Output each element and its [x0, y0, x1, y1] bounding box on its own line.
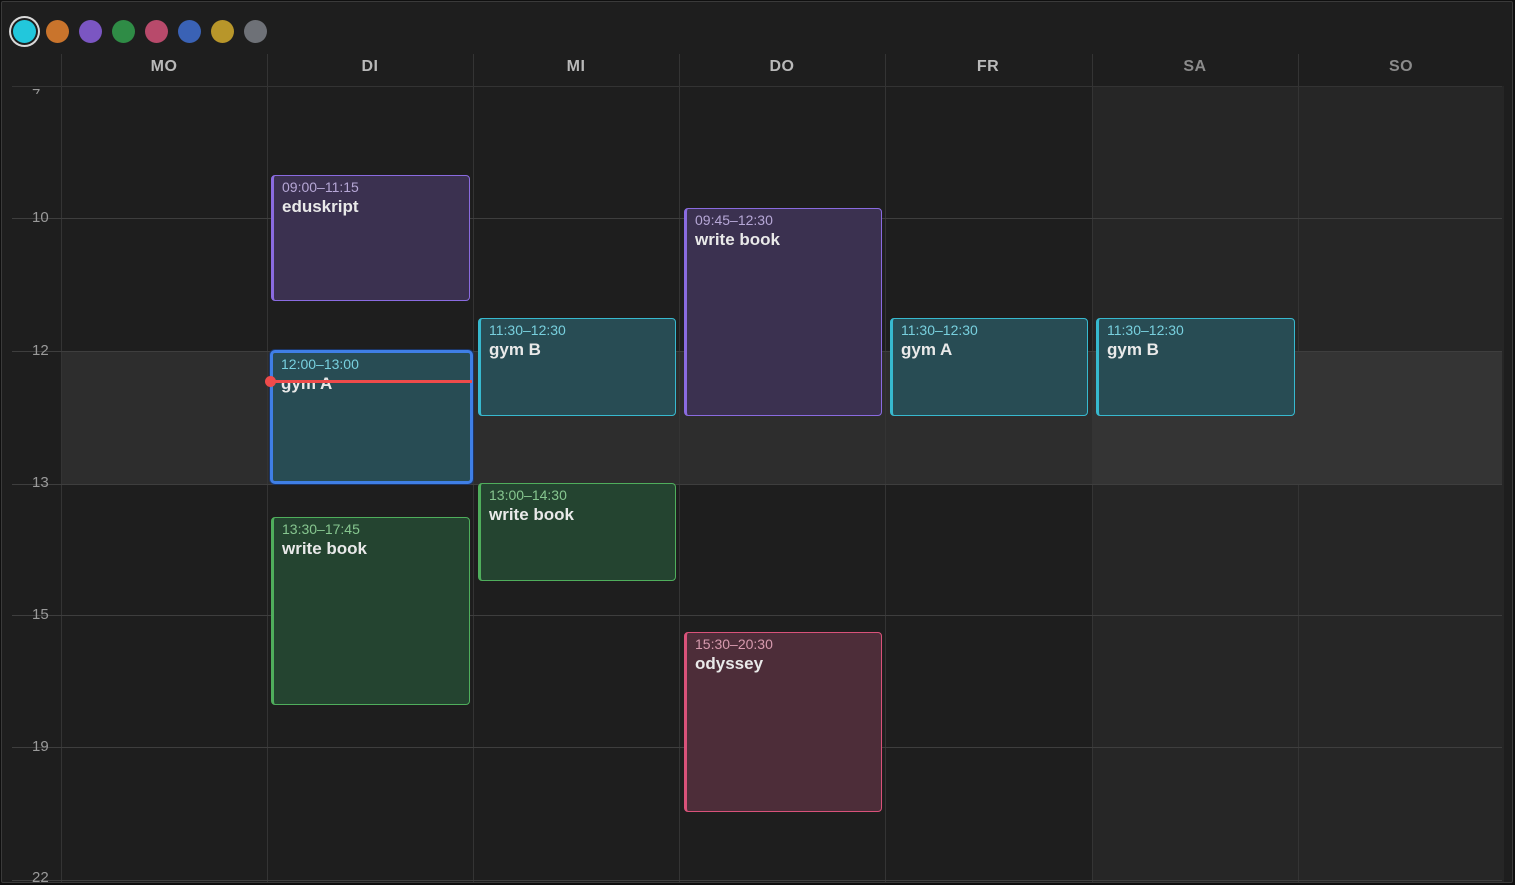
hour-label: 7 [32, 86, 62, 94]
event-eduskript[interactable]: 09:00–11:15 eduskript [271, 175, 470, 301]
event-gym-a-selected[interactable]: 12:00–13:00 gym A [270, 350, 473, 484]
day-header-do[interactable]: DO [679, 58, 885, 78]
current-time-line [270, 380, 472, 383]
hour-line [12, 484, 1502, 485]
event-title: gym B [489, 340, 541, 359]
event-odyssey[interactable]: 15:30–20:30 odyssey [684, 632, 882, 812]
hour-label: 19 [32, 738, 49, 755]
event-time: 11:30–12:30 [901, 322, 978, 338]
current-time-dot [265, 376, 276, 387]
event-write-book[interactable]: 09:45–12:30 write book [684, 208, 882, 416]
event-title: gym A [901, 340, 953, 359]
event-time: 09:45–12:30 [695, 212, 773, 228]
color-swatch-gray[interactable] [244, 20, 267, 43]
calendar-app: MO DI MI DO FR SA SO 7 10 12 13 15 19 22… [1, 1, 1513, 883]
color-swatch-purple[interactable] [79, 20, 102, 43]
hour-label: 22 [32, 869, 49, 883]
hour-label: 15 [32, 606, 49, 623]
event-title: eduskript [282, 197, 359, 216]
hour-label: 10 [32, 209, 49, 226]
event-title: write book [282, 539, 368, 558]
column-divider [885, 54, 886, 882]
color-swatch-pink[interactable] [145, 20, 168, 43]
event-title: write book [695, 230, 781, 249]
hour-line [12, 880, 1502, 881]
hour-label: 12 [32, 342, 49, 359]
event-time: 13:30–17:45 [282, 521, 360, 537]
column-divider [1298, 54, 1299, 882]
day-header-sa[interactable]: SA [1092, 58, 1298, 78]
column-divider [679, 54, 680, 882]
color-swatch-blue[interactable] [178, 20, 201, 43]
event-time: 13:00–14:30 [489, 487, 567, 503]
event-write-book[interactable]: 13:00–14:30 write book [478, 483, 676, 581]
event-time: 11:30–12:30 [489, 322, 566, 338]
column-divider [1092, 54, 1093, 882]
event-time: 11:30–12:30 [1107, 322, 1184, 338]
event-title: gym B [1107, 340, 1159, 359]
event-gym-a[interactable]: 11:30–12:30 gym A [890, 318, 1088, 416]
event-title: odyssey [695, 654, 764, 673]
event-title: gym A [281, 374, 333, 393]
event-time: 09:00–11:15 [282, 179, 359, 195]
event-time: 15:30–20:30 [695, 636, 773, 652]
column-divider [61, 54, 62, 882]
color-swatch-orange[interactable] [46, 20, 69, 43]
event-time: 12:00–13:00 [281, 356, 359, 372]
event-gym-b[interactable]: 11:30–12:30 gym B [1096, 318, 1295, 416]
event-write-book[interactable]: 13:30–17:45 write book [271, 517, 470, 705]
column-divider [473, 54, 474, 882]
hour-line [12, 615, 1502, 616]
day-header-mi[interactable]: MI [473, 58, 679, 78]
day-header-mo[interactable]: MO [61, 58, 267, 78]
color-swatch-yellow[interactable] [211, 20, 234, 43]
day-header-so[interactable]: SO [1298, 58, 1504, 78]
event-gym-b[interactable]: 11:30–12:30 gym B [478, 318, 676, 416]
color-swatch-cyan[interactable] [13, 20, 36, 43]
day-header-di[interactable]: DI [267, 58, 473, 78]
event-title: write book [489, 505, 575, 524]
hour-label: 13 [32, 474, 49, 491]
hour-line [12, 86, 1502, 87]
column-divider [267, 54, 268, 882]
day-header-fr[interactable]: FR [885, 58, 1091, 78]
color-swatch-green[interactable] [112, 20, 135, 43]
